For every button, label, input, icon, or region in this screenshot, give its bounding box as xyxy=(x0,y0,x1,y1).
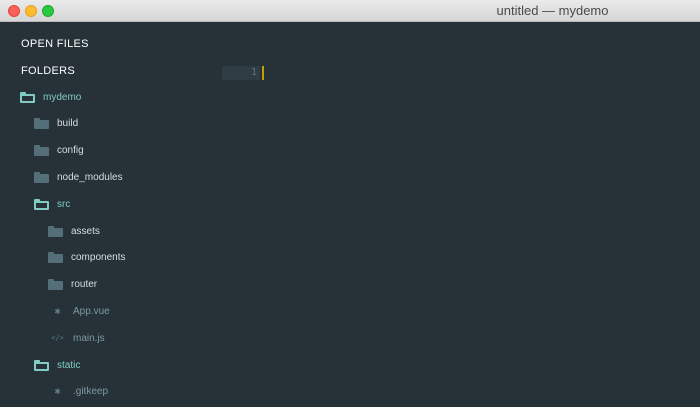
tree-item-label: config xyxy=(57,145,84,157)
zoom-window-button[interactable] xyxy=(42,5,54,17)
folder-closed-icon xyxy=(34,171,49,183)
editor-window: untitled — mydemo OPEN FILES FOLDERS myd… xyxy=(0,0,700,407)
line-number: 1 xyxy=(250,67,257,78)
gutter-active-line: 1 xyxy=(222,66,260,80)
file-item[interactable]: ✱ .gitkeep xyxy=(50,382,108,402)
tree-item-label: assets xyxy=(71,225,100,237)
folder-item[interactable]: src xyxy=(34,194,70,214)
code-icon: </> xyxy=(51,334,64,343)
asterisk-icon: ✱ xyxy=(54,386,61,398)
folder-item[interactable]: router xyxy=(48,275,97,295)
folder-open-icon xyxy=(34,359,49,371)
minimize-window-button[interactable] xyxy=(25,5,37,17)
editor-pane[interactable]: 1 xyxy=(215,22,700,407)
file-item[interactable]: </> main.js xyxy=(50,328,105,348)
folder-item[interactable]: static xyxy=(34,355,80,375)
folder-closed-icon xyxy=(34,118,49,130)
folder-item[interactable]: build xyxy=(34,114,78,134)
folders-header[interactable]: FOLDERS xyxy=(21,65,75,77)
folder-closed-icon xyxy=(48,225,63,237)
folder-item[interactable]: mydemo xyxy=(20,87,81,107)
tree-item-label: main.js xyxy=(73,332,105,344)
asterisk-icon: ✱ xyxy=(54,305,61,317)
tree-item-label: mydemo xyxy=(43,91,82,103)
tree-item-label: build xyxy=(57,118,79,130)
folder-item[interactable]: assets xyxy=(48,221,100,241)
title-bar: untitled — mydemo xyxy=(0,0,700,22)
tree-item-label: src xyxy=(57,198,71,210)
tree-item-label: router xyxy=(71,279,98,291)
folder-open-icon xyxy=(20,91,35,103)
folder-closed-icon xyxy=(48,279,63,291)
file-item[interactable]: ✱ App.vue xyxy=(50,301,110,321)
tree-item-label: .gitkeep xyxy=(73,386,109,398)
folder-item[interactable]: components xyxy=(48,248,125,268)
folder-closed-icon xyxy=(48,252,63,264)
text-caret xyxy=(262,66,264,80)
folder-open-icon xyxy=(34,198,49,210)
open-files-header[interactable]: OPEN FILES xyxy=(21,38,89,50)
tree-item-label: components xyxy=(71,252,126,264)
window-title: untitled — mydemo xyxy=(496,3,609,18)
folder-item[interactable]: node_modules xyxy=(34,167,123,187)
close-window-button[interactable] xyxy=(8,5,20,17)
folder-closed-icon xyxy=(34,145,49,157)
sidebar: OPEN FILES FOLDERS mydemo build config node… xyxy=(0,22,215,407)
tree-item-label: node_modules xyxy=(57,171,123,183)
folder-item[interactable]: config xyxy=(34,141,84,161)
tree-item-label: static xyxy=(57,359,81,371)
tree-item-label: App.vue xyxy=(73,305,110,317)
